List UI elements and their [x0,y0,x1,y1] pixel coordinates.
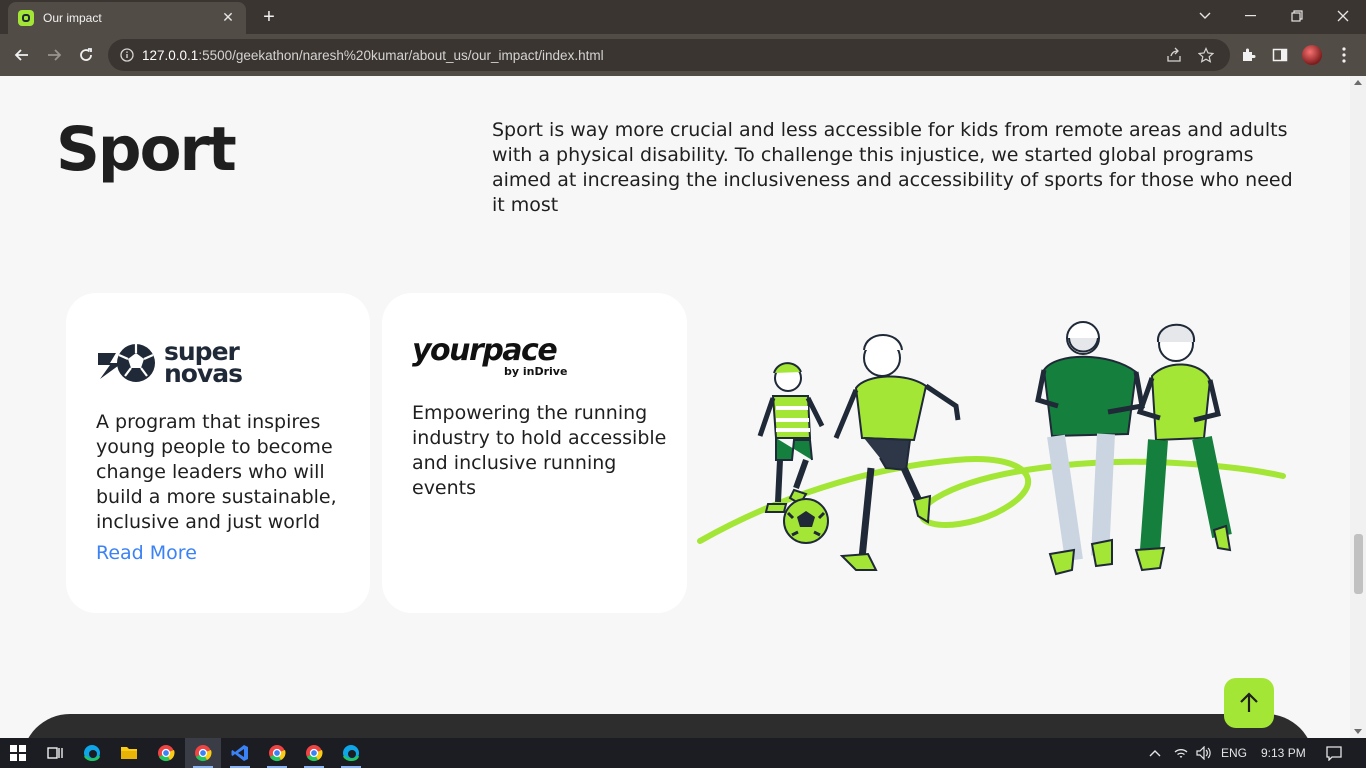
scroll-to-top-button[interactable] [1224,678,1274,728]
language-indicator[interactable]: ENG [1221,746,1247,760]
edge-2-icon[interactable] [333,738,369,768]
show-hidden-icons-icon[interactable] [1140,738,1170,768]
volume-icon[interactable] [1192,738,1216,768]
chrome-profile-2-icon[interactable] [296,738,332,768]
scroll-down-icon[interactable] [1354,729,1362,734]
side-panel-icon[interactable] [1269,44,1291,66]
bookmark-star-icon[interactable] [1198,47,1214,63]
soccer-ball-logo-icon [98,344,155,382]
sports-people-illustration [697,321,1286,576]
tab-close-button[interactable]: ✕ [220,10,236,26]
site-info-icon[interactable] [120,48,134,62]
read-more-link[interactable]: Read More [96,542,197,564]
chrome-profile-icon[interactable] [259,738,295,768]
menu-kebab-icon[interactable] [1333,44,1355,66]
supernovas-description: A program that inspires young people to … [96,411,337,533]
forward-icon[interactable] [39,40,69,70]
tab-title: Our impact [43,11,102,25]
scroll-up-icon[interactable] [1354,80,1362,85]
favicon-icon [18,10,34,26]
extensions-icon[interactable] [1237,44,1259,66]
file-explorer-icon[interactable] [111,738,147,768]
section-description: Sport is way more crucial and less acces… [492,119,1293,216]
back-icon[interactable] [7,40,37,70]
share-icon[interactable] [1166,47,1182,63]
supernovas-card: super novas A program that inspires youn… [66,293,370,613]
browser-tab[interactable]: Our impact ✕ [8,2,246,34]
profile-avatar[interactable] [1301,44,1323,66]
address-bar[interactable]: 127.0.0.1:5500/geekathon/naresh%20kumar/… [108,39,1230,71]
restore-button[interactable] [1274,0,1320,32]
yourpace-description: Empowering the running industry to hold … [412,402,667,499]
minimize-button[interactable] [1228,0,1274,32]
chrome-active-icon[interactable] [185,738,221,768]
footer-section [22,714,1314,738]
yourpace-logo: yourpace by inDrive [412,333,568,379]
arrow-up-icon [1240,692,1258,712]
section-title: Sport [56,114,237,185]
browser-tab-bar: Our impact ✕ + [0,0,1366,34]
notifications-icon[interactable] [1318,738,1350,768]
scroll-thumb[interactable] [1354,534,1363,594]
task-view-icon[interactable] [37,738,73,768]
wifi-icon[interactable] [1168,738,1194,768]
clock[interactable]: 9:13 PM [1261,746,1306,760]
browser-toolbar: 127.0.0.1:5500/geekathon/naresh%20kumar/… [0,34,1366,76]
chrome-icon[interactable] [148,738,184,768]
page-scrollbar[interactable] [1350,76,1366,738]
vscode-icon[interactable] [222,738,258,768]
edge-icon[interactable] [74,738,110,768]
close-window-button[interactable] [1320,0,1366,32]
url-text: 127.0.0.1:5500/geekathon/naresh%20kumar/… [142,47,604,63]
yourpace-card: yourpace by inDrive Empowering the runni… [382,293,687,613]
windows-start-icon[interactable] [0,738,36,768]
new-tab-button[interactable]: + [258,6,280,28]
reload-icon[interactable] [71,40,101,70]
windows-taskbar: ENG 9:13 PM [0,738,1366,768]
tab-search-icon[interactable] [1182,0,1228,32]
supernovas-logo: super novas [96,339,256,387]
page-content: Sport Sport is way more crucial and less… [0,76,1350,738]
